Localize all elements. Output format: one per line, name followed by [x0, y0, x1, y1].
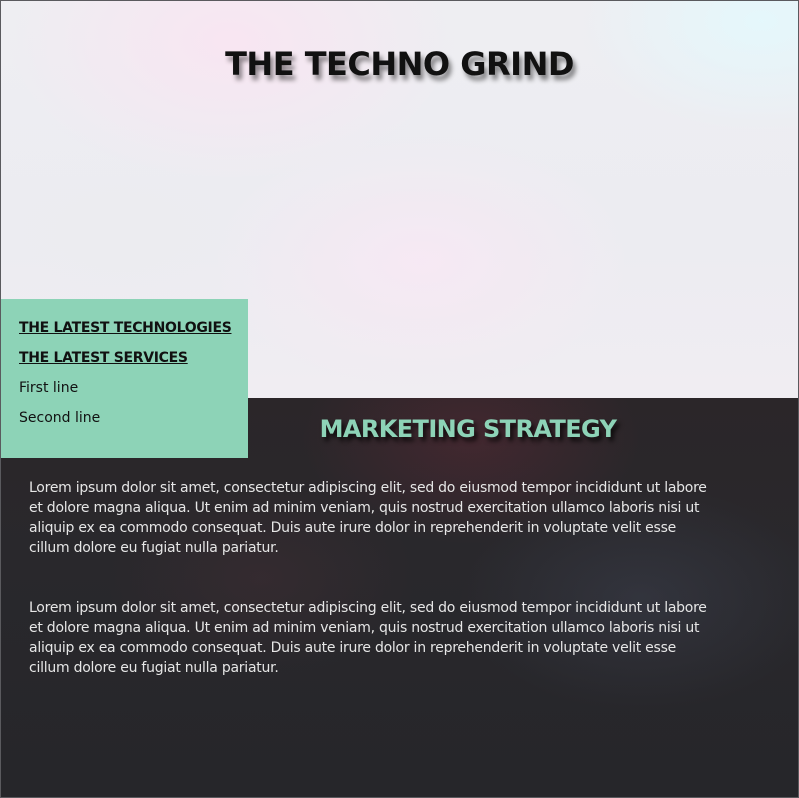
menu-link-latest-services[interactable]: THE LATEST SERVICES [19, 343, 248, 373]
body-paragraph-1: Lorem ipsum dolor sit amet, consectetur … [29, 480, 707, 556]
menu-link-latest-technologies[interactable]: THE LATEST TECHNOLOGIES [19, 313, 248, 343]
menu-text-first-line: First line [19, 380, 79, 396]
side-menu: THE LATEST TECHNOLOGIES THE LATEST SERVI… [1, 299, 248, 458]
body-paragraph-2: Lorem ipsum dolor sit amet, consectetur … [29, 600, 707, 676]
page: THE TECHNO GRIND THE LATEST TECHNOLOGIES… [0, 0, 799, 798]
site-title: THE TECHNO GRIND [225, 45, 574, 83]
menu-text-second-line: Second line [19, 410, 101, 426]
